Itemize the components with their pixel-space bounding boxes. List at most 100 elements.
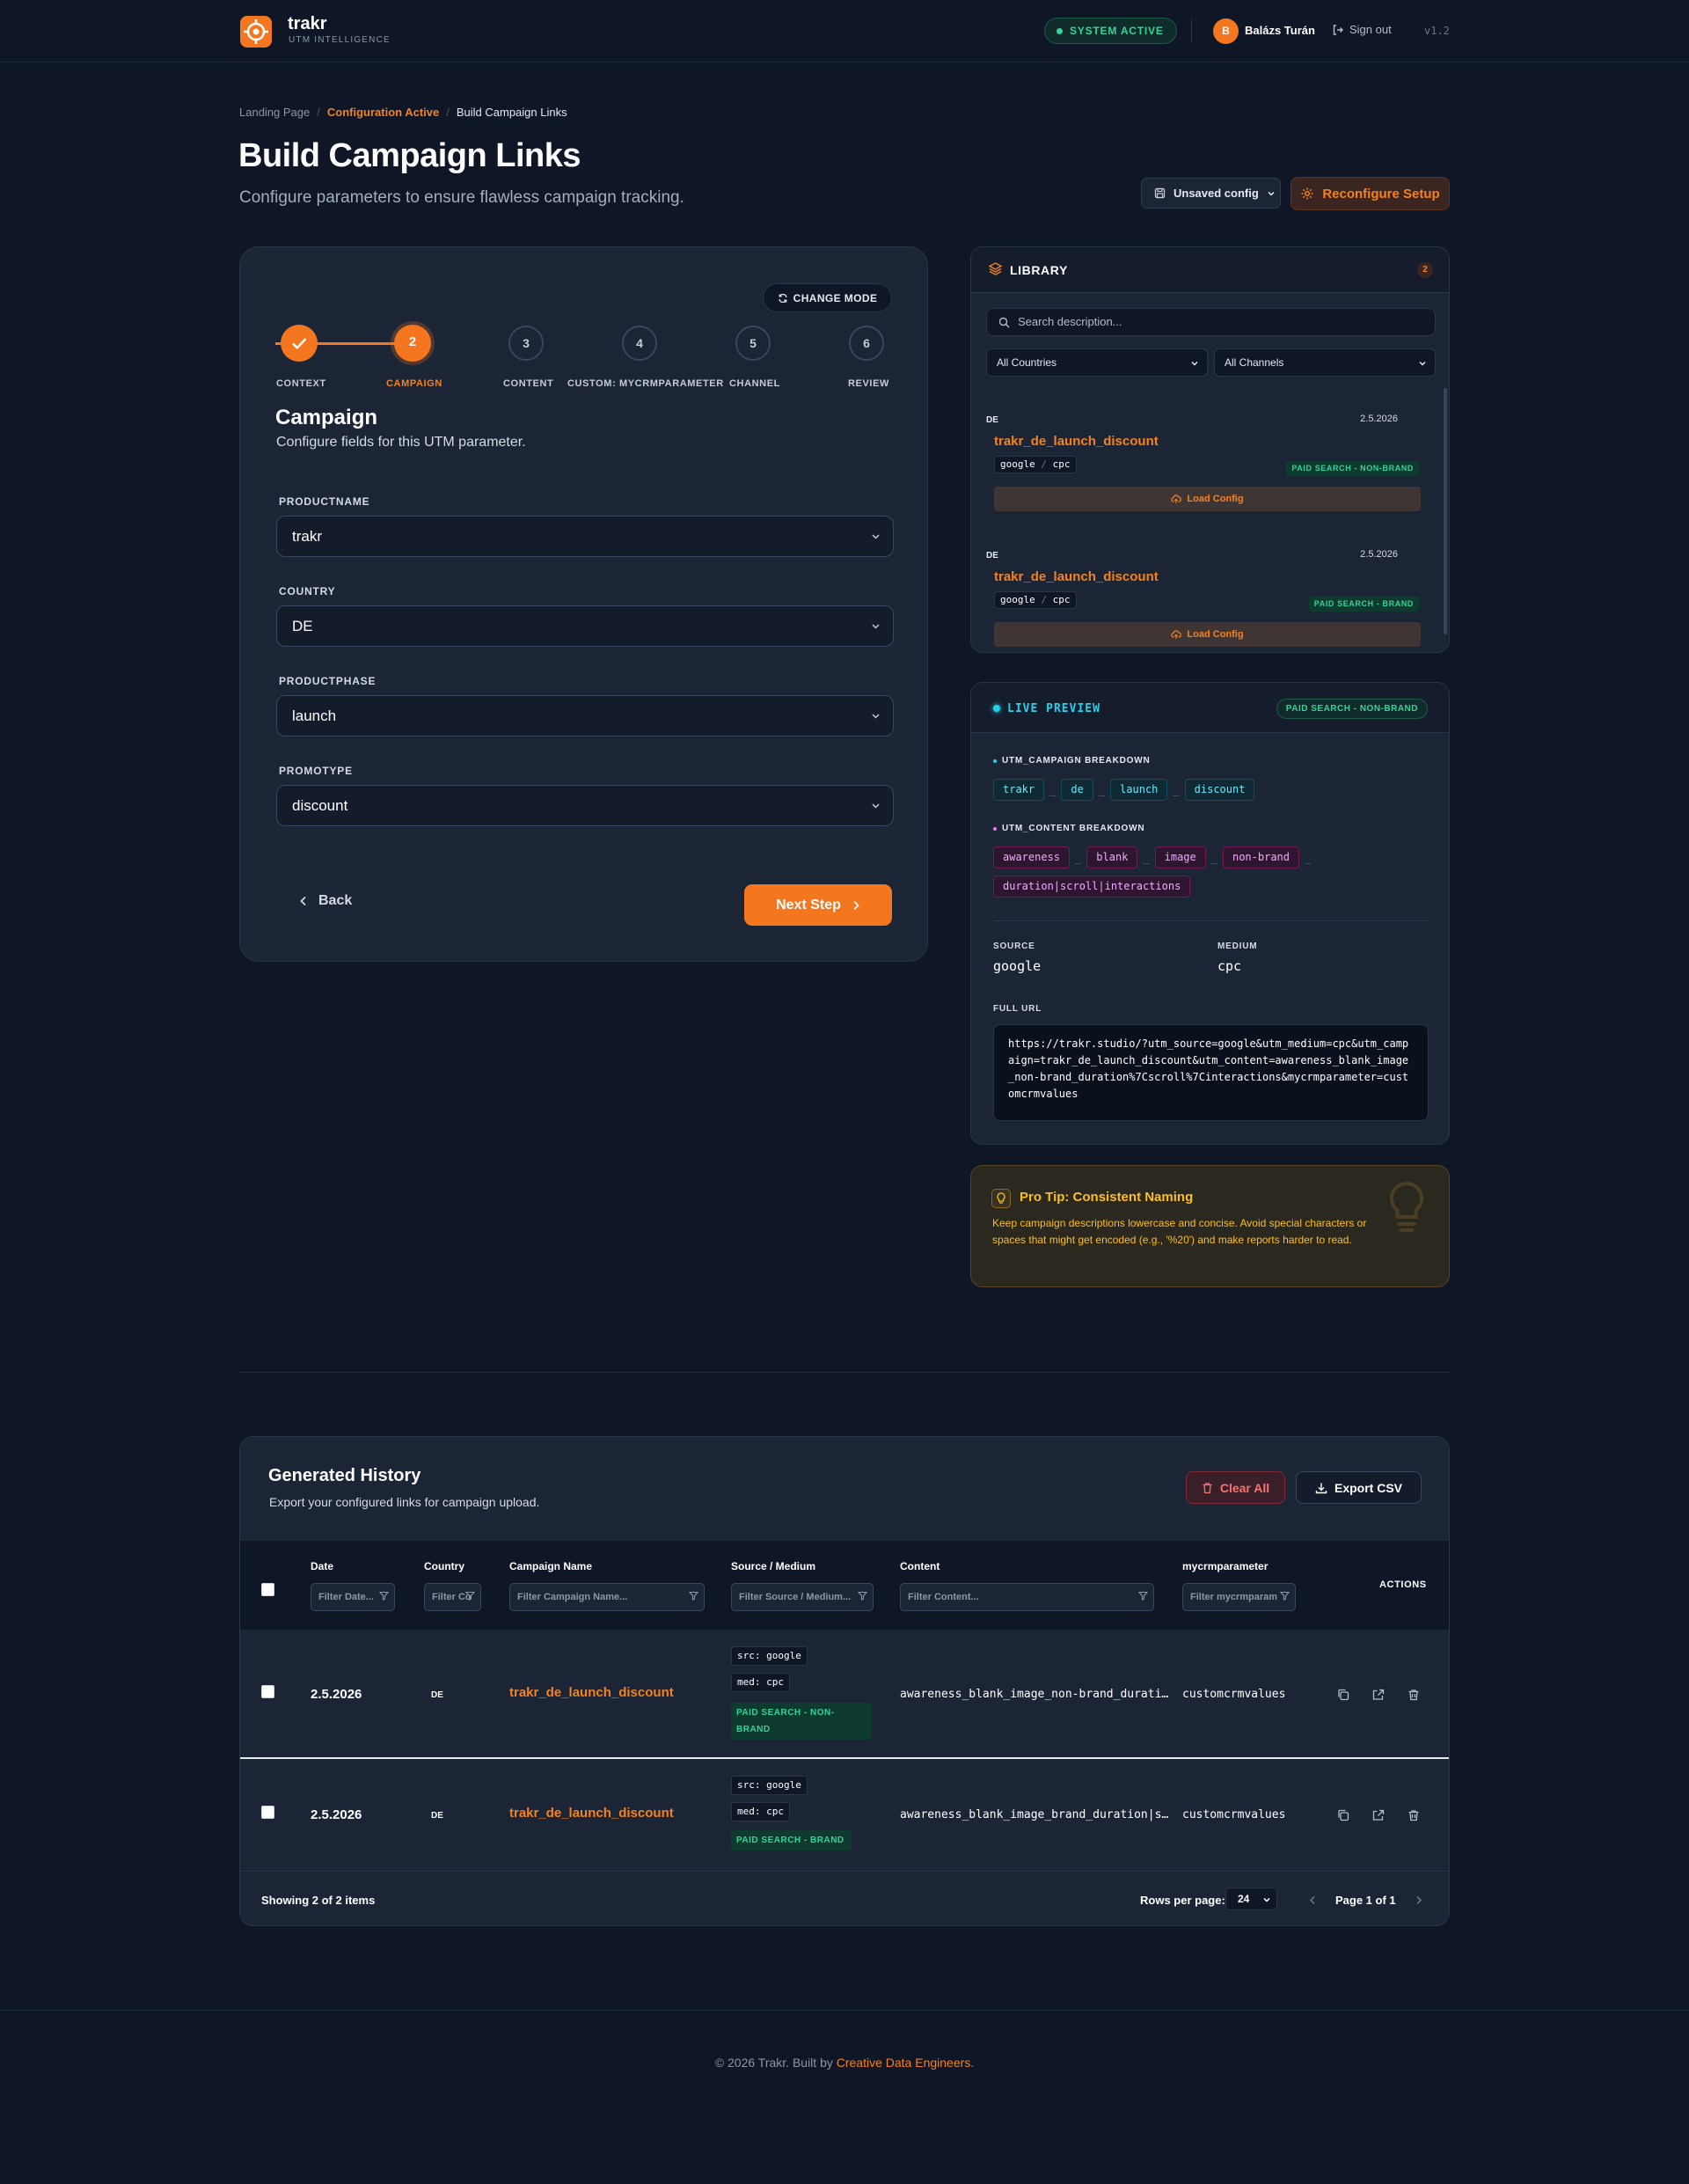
productphase-select[interactable]: launch	[276, 695, 894, 737]
load-config-button[interactable]: Load Config	[994, 487, 1421, 511]
upload-cloud-icon	[1171, 629, 1182, 640]
step-content-circle[interactable]: 3	[508, 326, 544, 361]
external-link-icon[interactable]	[1371, 1688, 1386, 1702]
token-separator: _	[1143, 851, 1150, 864]
column-content-header[interactable]: Content	[900, 1560, 940, 1572]
chevron-right-icon	[852, 900, 860, 911]
copy-icon[interactable]	[1336, 1808, 1350, 1822]
delete-icon[interactable]	[1407, 1808, 1421, 1822]
pink-dot-icon	[993, 826, 997, 831]
unsaved-config-dropdown[interactable]: Unsaved config	[1141, 178, 1281, 209]
export-csv-button[interactable]: Export CSV	[1296, 1471, 1422, 1504]
check-icon	[292, 338, 307, 350]
row-checkbox[interactable]	[261, 1685, 274, 1698]
utm-campaign-breakdown-text: UTM_CAMPAIGN BREAKDOWN	[1002, 756, 1151, 766]
library-item-name[interactable]: trakr_de_launch_discount	[994, 434, 1159, 449]
step-content-label: CONTENT	[503, 378, 554, 389]
row-channel-badge: PAID SEARCH - BRAND	[731, 1830, 852, 1851]
token-separator: _	[1305, 851, 1312, 864]
library-scrollbar[interactable]	[1444, 388, 1447, 634]
select-all-checkbox[interactable]	[261, 1583, 274, 1596]
load-config-button[interactable]: Load Config	[994, 622, 1421, 647]
library-item-date: 2.5.2026	[1360, 414, 1398, 424]
chevron-left-icon	[299, 896, 308, 906]
row-channel-badge-line2: BRAND	[736, 1725, 771, 1734]
column-crm-header[interactable]: mycrmparameter	[1182, 1560, 1268, 1572]
breadcrumb-configuration-active[interactable]: Configuration Active	[327, 106, 439, 119]
live-preview-panel: LIVE PREVIEW PAID SEARCH - NON-BRAND UTM…	[970, 682, 1450, 1145]
step-custom-label: CUSTOM: MYCRMPARAMETER	[567, 378, 724, 389]
footer-text: © 2026 Trakr. Built by	[714, 2056, 833, 2070]
next-step-button[interactable]: Next Step	[744, 884, 892, 926]
next-page-icon[interactable]	[1415, 1895, 1422, 1905]
chevron-down-icon	[1262, 1895, 1271, 1904]
country-label: COUNTRY	[279, 585, 336, 597]
breadcrumb-separator: /	[317, 106, 320, 119]
column-date-header[interactable]: Date	[311, 1560, 333, 1572]
full-url-output[interactable]: https://trakr.studio/?utm_source=google&…	[993, 1024, 1429, 1121]
clear-all-button[interactable]: Clear All	[1186, 1471, 1285, 1504]
download-icon	[1315, 1482, 1327, 1494]
external-link-icon[interactable]	[1371, 1808, 1386, 1822]
campaign-token: launch	[1110, 779, 1168, 801]
country-filter-value: All Countries	[997, 356, 1057, 369]
filter-date-input[interactable]: Filter Date...	[311, 1583, 395, 1611]
filter-crm-input[interactable]: Filter mycrmparam	[1182, 1583, 1296, 1611]
content-token: awareness	[993, 846, 1071, 868]
footer-divider	[0, 2010, 1689, 2011]
rows-per-page-value: 24	[1238, 1893, 1250, 1905]
library-title: LIBRARY	[1010, 263, 1068, 277]
prev-page-icon[interactable]	[1309, 1895, 1316, 1905]
change-mode-label: CHANGE MODE	[793, 291, 878, 304]
filter-source-medium-input[interactable]: Filter Source / Medium...	[731, 1583, 874, 1611]
generated-history-card: Generated History Export your configured…	[239, 1436, 1450, 1926]
column-country-header[interactable]: Country	[424, 1560, 464, 1572]
step-campaign-circle[interactable]: 2	[394, 325, 431, 362]
copy-icon[interactable]	[1336, 1688, 1350, 1702]
rows-per-page-select[interactable]: 24	[1225, 1887, 1277, 1910]
trakr-logo-icon[interactable]	[240, 16, 272, 48]
productname-select[interactable]: trakr	[276, 516, 894, 557]
step-context-circle[interactable]	[281, 325, 318, 362]
lightbulb-icon	[991, 1189, 1011, 1208]
country-select[interactable]: DE	[276, 605, 894, 647]
promotype-select[interactable]: discount	[276, 785, 894, 826]
library-item-source-medium: google / cpc	[994, 591, 1077, 609]
avatar[interactable]: B	[1213, 18, 1239, 44]
country-filter-select[interactable]: All Countries	[986, 348, 1208, 377]
campaign-wizard-card: CHANGE MODE 2 3 4 5 6 CONTEXT CAMPAIGN C…	[239, 246, 928, 962]
channel-filter-select[interactable]: All Channels	[1214, 348, 1436, 377]
step-review-circle[interactable]: 6	[849, 326, 884, 361]
reconfigure-setup-button[interactable]: Reconfigure Setup	[1291, 177, 1450, 210]
chevron-down-icon	[871, 711, 881, 721]
live-preview-title: LIVE PREVIEW	[1007, 702, 1100, 715]
filter-icon	[858, 1591, 867, 1601]
next-step-label: Next Step	[776, 897, 841, 912]
back-button[interactable]: Back	[299, 893, 352, 909]
step-channel-circle[interactable]: 5	[735, 326, 771, 361]
filter-campaign-input[interactable]: Filter Campaign Name...	[509, 1583, 705, 1611]
row-campaign-name[interactable]: trakr_de_launch_discount	[509, 1685, 674, 1700]
row-checkbox[interactable]	[261, 1806, 274, 1819]
breadcrumb-landing-page[interactable]: Landing Page	[239, 106, 310, 119]
filter-source-medium-placeholder: Filter Source / Medium...	[739, 1592, 852, 1602]
step-custom-circle[interactable]: 4	[622, 326, 657, 361]
medium-label: MEDIUM	[1217, 942, 1258, 951]
filter-content-input[interactable]: Filter Content...	[900, 1583, 1154, 1611]
footer-link[interactable]: Creative Data Engineers	[837, 2056, 971, 2070]
change-mode-button[interactable]: CHANGE MODE	[763, 283, 892, 312]
row-source-chip: src: google	[731, 1776, 808, 1795]
row-campaign-name[interactable]: trakr_de_launch_discount	[509, 1806, 674, 1821]
column-campaign-header[interactable]: Campaign Name	[509, 1560, 592, 1572]
filter-country-input[interactable]: Filter Co	[424, 1583, 481, 1611]
sign-out-button[interactable]: Sign out	[1332, 23, 1392, 36]
sign-out-label: Sign out	[1349, 23, 1392, 36]
delete-icon[interactable]	[1407, 1688, 1421, 1702]
library-count-badge: 2	[1417, 262, 1433, 278]
column-source-medium-header[interactable]: Source / Medium	[731, 1560, 815, 1572]
filter-icon	[465, 1591, 475, 1601]
library-search-input[interactable]: Search description...	[986, 308, 1436, 336]
library-item-name[interactable]: trakr_de_launch_discount	[994, 569, 1159, 584]
campaign-token: discount	[1184, 779, 1255, 801]
filter-icon	[379, 1591, 389, 1601]
